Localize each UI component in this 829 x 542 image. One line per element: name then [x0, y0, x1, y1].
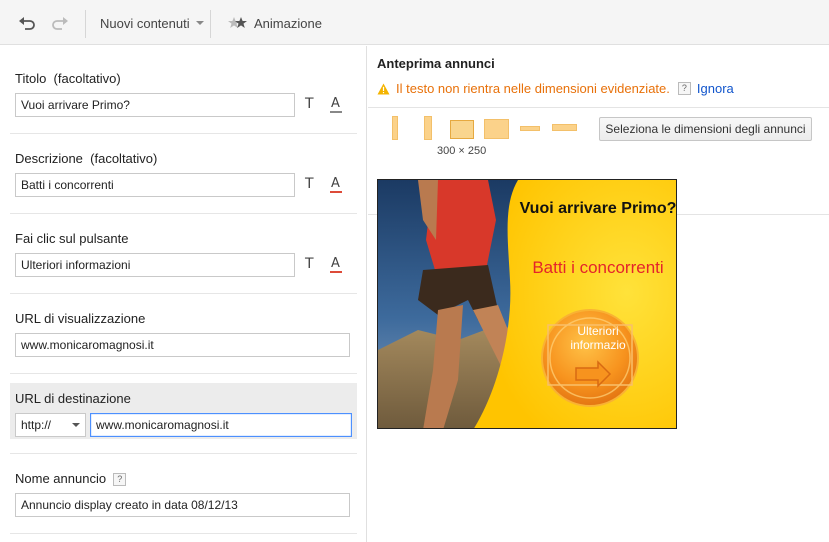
stars-icon — [228, 17, 247, 28]
chevron-down-icon — [195, 21, 204, 25]
new-content-dropdown[interactable]: Nuovi contenuti — [100, 10, 204, 36]
warning-icon — [377, 83, 390, 94]
text-color-icon[interactable]: A — [330, 176, 342, 193]
section-divider — [10, 453, 357, 454]
text-format-icon[interactable]: T — [305, 256, 314, 272]
ad-preview-panel: Anteprima annunci Il testo non rientra n… — [368, 46, 829, 542]
section-divider — [10, 213, 357, 214]
toolbar-divider — [85, 10, 86, 38]
animation-label: Animazione — [254, 15, 322, 31]
undo-button[interactable] — [18, 10, 36, 36]
help-icon[interactable]: ? — [677, 82, 691, 95]
ignore-link[interactable]: Ignora — [697, 81, 734, 96]
protocol-select[interactable]: http:// — [15, 413, 86, 437]
redo-icon — [52, 17, 68, 30]
section-divider — [10, 373, 357, 374]
size-warning: Il testo non rientra nelle dimensioni ev… — [377, 81, 734, 96]
section-divider — [10, 133, 357, 134]
ad-size-thumb[interactable] — [484, 119, 509, 139]
redo-button[interactable] — [51, 10, 69, 36]
description-input[interactable]: Batti i concorrenti — [15, 173, 295, 197]
undo-icon — [19, 17, 35, 30]
ad-size-thumb[interactable] — [392, 116, 398, 140]
ad-description: Batti i concorrenti — [532, 258, 664, 277]
button-label: Fai clic sul pulsante — [15, 231, 129, 246]
title-label: Titolo (facoltativo) — [15, 71, 121, 86]
animation-button[interactable]: Animazione — [228, 10, 322, 36]
help-icon[interactable]: ? — [113, 473, 127, 487]
text-color-icon[interactable]: A — [330, 256, 342, 273]
protocol-value: http:// — [21, 418, 52, 432]
section-divider — [10, 533, 357, 534]
ad-name-input[interactable]: Annuncio display creato in data 08/12/13 — [15, 493, 350, 517]
text-format-icon[interactable]: T — [305, 176, 314, 192]
section-divider — [10, 293, 357, 294]
ad-size-thumb[interactable] — [520, 126, 540, 131]
ad-size-thumb[interactable] — [424, 116, 432, 140]
select-ad-sizes-button[interactable]: Seleziona le dimensioni degli annunci — [599, 117, 812, 141]
ad-editor-form: Titolo (facoltativo) Vuoi arrivare Primo… — [0, 46, 367, 542]
new-content-label: Nuovi contenuti — [100, 15, 190, 31]
destination-url-label: URL di destinazione — [15, 391, 131, 406]
ad-headline: Vuoi arrivare Primo? — [519, 200, 677, 217]
button-text-input[interactable]: Ulteriori informazioni — [15, 253, 295, 277]
selected-size-label: 300 × 250 — [437, 145, 487, 157]
ad-size-thumb[interactable] — [552, 124, 577, 131]
display-url-label: URL di visualizzazione — [15, 311, 146, 326]
text-color-icon[interactable]: A — [330, 96, 342, 113]
warning-text: Il testo non rientra nelle dimensioni ev… — [396, 81, 670, 96]
text-format-icon[interactable]: T — [305, 96, 314, 112]
ad-size-thumb-selected[interactable] — [450, 120, 474, 139]
ad-cta-button[interactable]: Ulteriori informazio — [553, 324, 643, 352]
display-url-input[interactable]: www.monicaromagnosi.it — [15, 333, 350, 357]
toolbar: Nuovi contenuti Animazione — [0, 0, 829, 45]
description-label: Descrizione (facoltativo) — [15, 151, 158, 166]
title-input[interactable]: Vuoi arrivare Primo? — [15, 93, 295, 117]
chevron-down-icon — [72, 423, 80, 427]
preview-title: Anteprima annunci — [377, 56, 495, 71]
toolbar-divider — [210, 10, 211, 38]
ad-name-label: Nome annuncio ? — [15, 471, 127, 487]
ad-preview: Vuoi arrivare Primo? Batti i concorrenti… — [377, 179, 677, 429]
destination-url-input[interactable]: www.monicaromagnosi.it — [90, 413, 352, 437]
